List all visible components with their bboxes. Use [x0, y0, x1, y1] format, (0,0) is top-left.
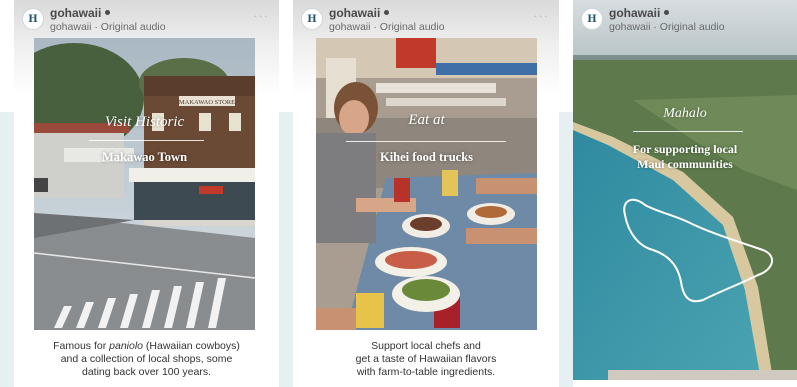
username-text[interactable]: gohawaii — [50, 6, 101, 20]
post-header: H gohawaii gohawaii · Original audio ··· — [293, 0, 559, 40]
caption-text: Famous for — [53, 340, 110, 352]
post-header: H gohawaii gohawaii · Original audio ··· — [14, 0, 279, 40]
overlay-subtitle: Makawao Town — [101, 150, 188, 164]
background-strip — [279, 112, 293, 387]
makawao-town-photo: MAKAWAO STORE Visit Historic Makawao Tow… — [34, 38, 255, 330]
overlay-title: Visit Historic — [104, 114, 185, 130]
caption-emphasis: paniolo — [109, 340, 144, 352]
overlay-divider — [89, 140, 204, 141]
overlay-divider — [633, 131, 743, 132]
store-sign-text: MAKAWAO STORE — [179, 99, 235, 106]
reel-card-mahalo[interactable]: Mahalo For supporting local Maui communi… — [573, 0, 797, 387]
more-options-icon[interactable]: ··· — [253, 8, 269, 23]
caption-text: (Hawaiian cowboys) — [143, 340, 240, 352]
kihei-food-trucks-photo: Eat at Kihei food trucks — [316, 38, 537, 330]
more-options-icon[interactable]: ··· — [533, 8, 549, 23]
caption-line-1: Famous for paniolo (Hawaiian cowboys) — [14, 340, 279, 353]
post-caption: Famous for paniolo (Hawaiian cowboys) an… — [14, 340, 279, 379]
background-strip — [559, 112, 573, 387]
gohawaii-logo-icon[interactable]: H — [301, 8, 323, 30]
verified-badge-icon — [384, 10, 390, 16]
audio-source[interactable]: gohawaii · Original audio — [50, 21, 166, 33]
reel-card-kihei[interactable]: Eat at Kihei food trucks H gohawaii goha… — [293, 0, 559, 387]
overlay-subtitle-2: Maui communities — [637, 157, 733, 171]
caption-line-1: Support local chefs and — [371, 340, 481, 352]
username-text[interactable]: gohawaii — [329, 6, 380, 20]
caption-line-3: dating back over 100 years. — [82, 366, 211, 378]
caption-line-2: get a taste of Hawaiian flavors — [355, 353, 497, 365]
audio-source[interactable]: gohawaii · Original audio — [329, 21, 445, 33]
overlay-subtitle: For supporting local — [632, 142, 738, 156]
background-strip — [0, 112, 14, 387]
username[interactable]: gohawaii — [50, 6, 111, 20]
post-caption: Support local chefs and get a taste of H… — [293, 340, 559, 379]
maui-aerial-photo: Mahalo For supporting local Maui communi… — [573, 0, 797, 380]
username[interactable]: gohawaii — [609, 6, 670, 20]
caption-line-2: and a collection of local shops, some — [60, 353, 233, 365]
post-header: H gohawaii gohawaii · Original audio — [573, 0, 797, 40]
username[interactable]: gohawaii — [329, 6, 390, 20]
reel-card-makawao[interactable]: MAKAWAO STORE Visit Historic Makawao Tow… — [14, 0, 279, 387]
verified-badge-icon — [664, 10, 670, 16]
overlay-subtitle: Kihei food trucks — [379, 150, 474, 164]
username-text[interactable]: gohawaii — [609, 6, 660, 20]
overlay-divider — [346, 141, 506, 142]
caption-line-3: with farm-to-table ingredients. — [356, 366, 496, 378]
overlay-title: Eat at — [408, 112, 445, 128]
verified-badge-icon — [105, 10, 111, 16]
audio-source[interactable]: gohawaii · Original audio — [609, 21, 725, 33]
gohawaii-logo-icon[interactable]: H — [22, 8, 44, 30]
overlay-title: Mahalo — [663, 106, 707, 121]
gohawaii-logo-icon[interactable]: H — [581, 8, 603, 30]
